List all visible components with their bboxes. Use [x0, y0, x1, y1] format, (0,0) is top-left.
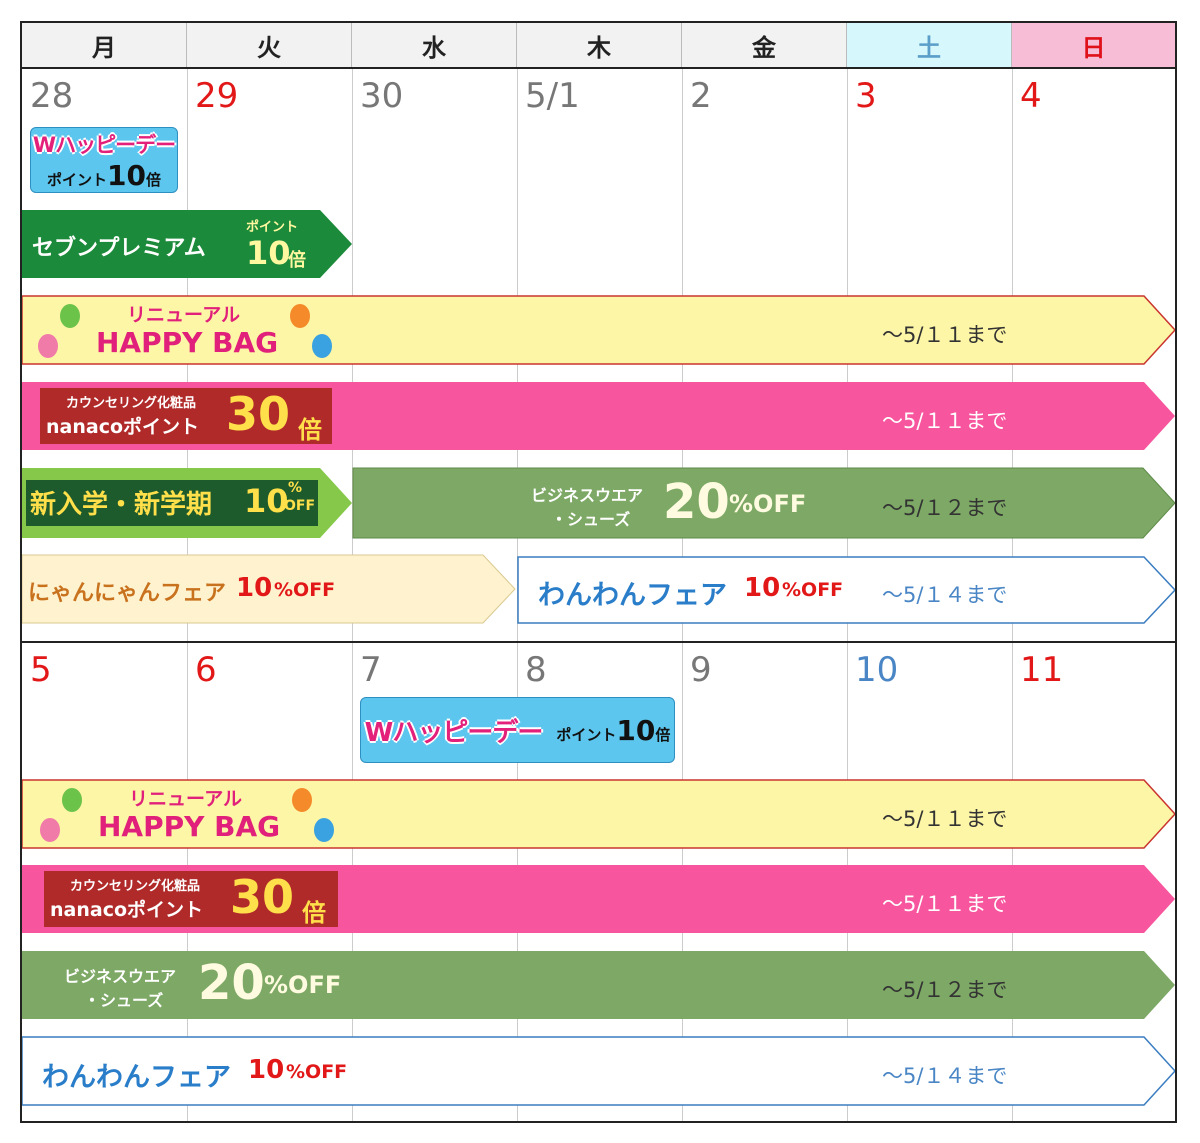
weekday-thu: 木: [517, 23, 682, 67]
counseling-line2: nanacoポイント: [50, 899, 204, 921]
day-cell-5-1[interactable]: 5/1: [525, 79, 580, 113]
business-line1: ビジネスウエア: [531, 486, 644, 505]
week-2: 5 6 7 8 9 10 11 Wハッピーデー ポイント10倍 リニューアル H…: [22, 643, 1175, 1121]
wan-fair-off: %OFF: [782, 579, 844, 601]
business-off: %OFF: [729, 490, 807, 518]
day-cell-6[interactable]: 6: [195, 653, 217, 687]
counseling-unit: 倍: [302, 899, 326, 927]
wan-fair-off: %OFF: [286, 1061, 348, 1083]
business-off: %OFF: [264, 971, 342, 999]
wan-fair-value: 10: [248, 1055, 285, 1085]
counseling-line1: カウンセリング化粧品: [66, 396, 197, 411]
weekday-sun: 日: [1012, 23, 1175, 67]
wan-fair-banner-week1[interactable]: わんわんフェア 10 %OFF ～5/１４まで: [517, 556, 1175, 624]
seven-premium-points-label: ポイント: [246, 220, 299, 235]
counseling-until: ～5/１１まで: [882, 409, 1008, 433]
seven-premium-points-unit: 倍: [288, 250, 306, 271]
day-cell-7[interactable]: 7: [360, 653, 382, 687]
counseling-value: 30: [226, 387, 291, 441]
happy-bag-until: ～5/１１まで: [882, 323, 1008, 347]
happy-bag-line2: HAPPY BAG: [96, 326, 279, 359]
wan-fair-text: わんわんフェア: [42, 1062, 231, 1093]
day-cell-29[interactable]: 29: [195, 79, 238, 113]
day-cell-28[interactable]: 28: [30, 79, 73, 113]
day-cell-4[interactable]: 4: [1020, 79, 1042, 113]
day-cell-2[interactable]: 2: [690, 79, 712, 113]
w-happy-day-banner-wide[interactable]: Wハッピーデー ポイント10倍: [360, 697, 675, 763]
business-line2: ・シューズ: [551, 510, 631, 529]
w-happy-day-points: ポイント10倍: [47, 158, 161, 192]
new-school-banner[interactable]: 新入学・新学期 10 % OFF: [22, 468, 352, 538]
counseling-cosmetics-banner-week2[interactable]: カウンセリング化粧品 nanacoポイント 30 倍 ～5/１１まで: [22, 865, 1175, 933]
wan-fair-banner-week2[interactable]: わんわんフェア 10 %OFF ～5/１４まで: [22, 1036, 1175, 1106]
balloon-blue-icon: [312, 334, 332, 358]
new-school-value: 10: [244, 482, 289, 520]
wan-fair-until: ～5/１４まで: [882, 583, 1008, 607]
business-until: ～5/１２まで: [882, 978, 1008, 1002]
happy-bag-line1: リニューアル: [127, 304, 241, 326]
weekday-wed: 水: [352, 23, 517, 67]
balloon-orange-icon: [290, 304, 310, 328]
counseling-line1: カウンセリング化粧品: [70, 879, 201, 894]
day-cell-9[interactable]: 9: [690, 653, 712, 687]
weekday-fri: 金: [682, 23, 847, 67]
nyan-fair-off: %OFF: [274, 579, 336, 601]
happy-bag-line2: HAPPY BAG: [98, 810, 281, 843]
business-until: ～5/１２まで: [882, 496, 1008, 520]
weekday-sat: 土: [847, 23, 1012, 67]
nyan-fair-banner[interactable]: にゃんにゃんフェア 10 %OFF: [22, 554, 516, 624]
balloon-orange-icon: [292, 788, 312, 812]
business-line2: ・シューズ: [84, 991, 164, 1010]
seven-premium-points-value: 10: [246, 234, 291, 272]
weekday-header: 月 火 水 木 金 土 日: [22, 23, 1175, 69]
w-happy-day-points-wide: ポイント10倍: [556, 713, 671, 747]
nyan-fair-value: 10: [236, 573, 273, 603]
week-1: 28 29 30 5/1 2 3 4 Wハッピーデー ポイント10倍 セブンプレ…: [22, 69, 1175, 641]
weekday-mon: 月: [22, 23, 187, 67]
balloon-pink-icon: [40, 818, 60, 842]
counseling-value: 30: [230, 870, 295, 924]
w-happy-day-logo: Wハッピーデー: [32, 132, 176, 157]
balloon-green-icon: [62, 788, 82, 812]
business-value: 20: [198, 955, 265, 1011]
counseling-unit: 倍: [298, 416, 322, 444]
happy-bag-banner[interactable]: リニューアル HAPPY BAG ～5/１１まで: [22, 295, 1175, 365]
day-cell-30[interactable]: 30: [360, 79, 403, 113]
day-cell-10[interactable]: 10: [855, 653, 898, 687]
happy-bag-line1: リニューアル: [129, 788, 243, 810]
new-school-text: 新入学・新学期: [30, 490, 213, 520]
business-line1: ビジネスウエア: [64, 967, 177, 986]
seven-premium-banner[interactable]: セブンプレミアム ポイント 10 倍: [22, 210, 352, 278]
business-wear-banner-week2[interactable]: ビジネスウエア ・シューズ 20 %OFF ～5/１２まで: [22, 951, 1175, 1019]
counseling-until: ～5/１１まで: [882, 892, 1008, 916]
day-cell-3[interactable]: 3: [855, 79, 877, 113]
new-school-pct: %: [288, 480, 303, 496]
calendar: 月 火 水 木 金 土 日 28 29 30 5/1 2 3 4 Wハッピーデー…: [20, 21, 1177, 1123]
wan-fair-until: ～5/１４まで: [882, 1064, 1008, 1088]
balloon-pink-icon: [38, 334, 58, 358]
balloon-blue-icon: [314, 818, 334, 842]
wan-fair-text: わんわんフェア: [538, 580, 727, 611]
happy-bag-banner-week2[interactable]: リニューアル HAPPY BAG ～5/１１まで: [22, 779, 1175, 849]
wan-fair-value: 10: [744, 573, 781, 603]
nyan-fair-text: にゃんにゃんフェア: [28, 581, 227, 606]
day-cell-5[interactable]: 5: [30, 653, 52, 687]
new-school-off: OFF: [284, 498, 316, 514]
balloon-green-icon: [60, 304, 80, 328]
counseling-line2: nanacoポイント: [46, 416, 200, 438]
happy-bag-until: ～5/１１まで: [882, 807, 1008, 831]
day-cell-8[interactable]: 8: [525, 653, 547, 687]
business-value: 20: [663, 474, 730, 530]
w-happy-day-logo-wide: Wハッピーデー: [364, 717, 544, 748]
seven-premium-name: セブンプレミアム: [32, 236, 206, 261]
weekday-tue: 火: [187, 23, 352, 67]
day-cell-11[interactable]: 11: [1020, 653, 1063, 687]
counseling-cosmetics-banner[interactable]: カウンセリング化粧品 nanacoポイント 30 倍 ～5/１１まで: [22, 382, 1175, 450]
w-happy-day-banner[interactable]: Wハッピーデー ポイント10倍: [30, 127, 178, 193]
business-wear-banner[interactable]: ビジネスウエア ・シューズ 20 %OFF ～5/１２まで: [352, 467, 1175, 539]
